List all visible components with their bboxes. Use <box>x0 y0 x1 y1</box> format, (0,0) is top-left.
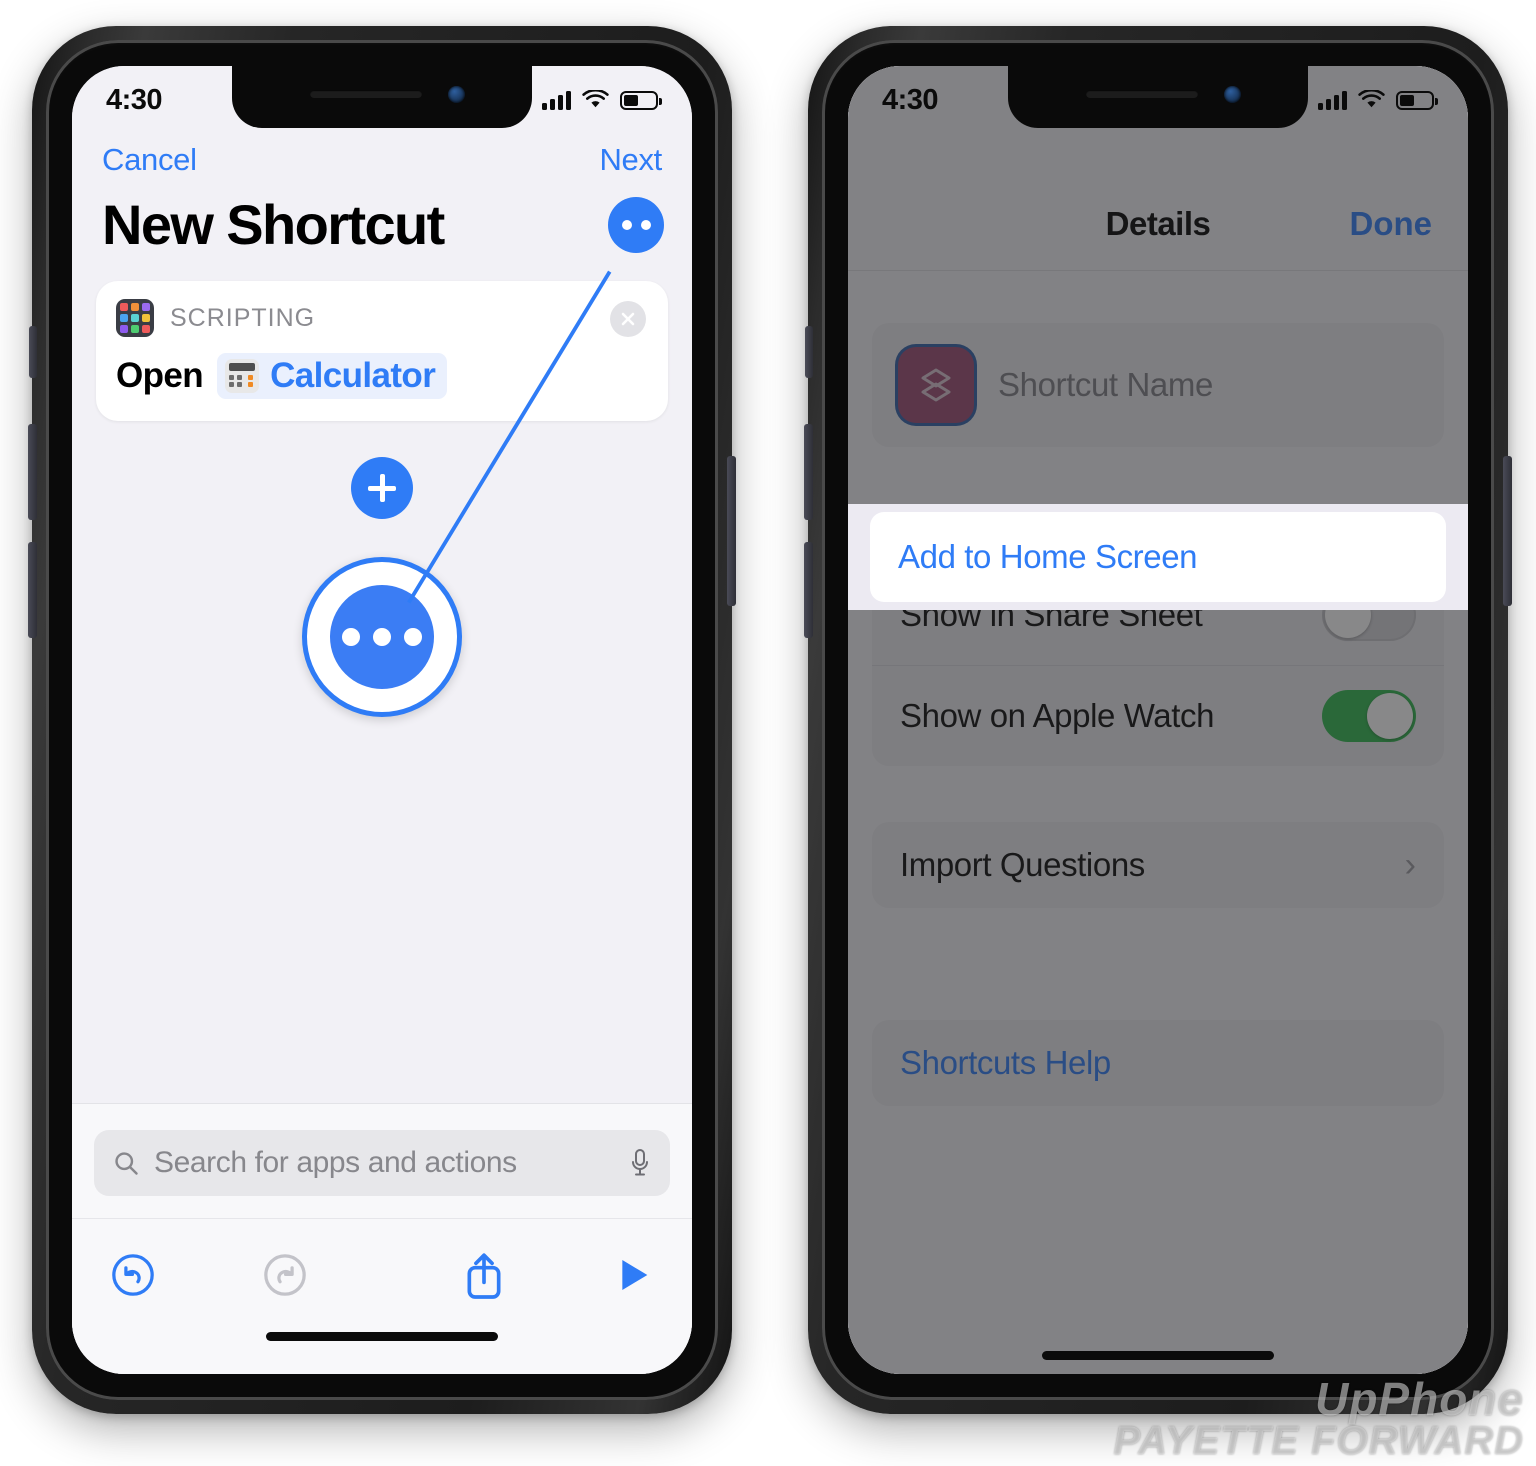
volume-down-button[interactable] <box>804 542 813 638</box>
battery-icon <box>1396 90 1438 110</box>
home-indicator <box>1042 1351 1274 1360</box>
more-options-button[interactable] <box>608 196 664 253</box>
power-button[interactable] <box>727 456 736 606</box>
right-phone-screen: Details Done <box>848 66 1468 1374</box>
cancel-button[interactable]: Cancel <box>102 142 197 178</box>
mute-switch[interactable] <box>29 326 37 378</box>
action-parameter-label: Calculator <box>270 356 436 395</box>
undo-icon[interactable] <box>110 1252 156 1298</box>
battery-icon <box>620 90 662 110</box>
highlighted-more-options-callout[interactable] <box>302 557 462 717</box>
ellipsis-dot <box>342 628 360 646</box>
signal-bars-icon <box>542 90 571 110</box>
dimming-overlay <box>848 66 1468 1374</box>
canvas-empty-area <box>72 717 692 1103</box>
watermark-line-1: UpPhone <box>1315 1373 1524 1426</box>
scripting-apps-grid-icon <box>116 299 154 337</box>
ellipsis-dot <box>621 219 632 230</box>
right-status-bar: 4:30 <box>848 66 1468 128</box>
add-to-home-screen-row[interactable]: Add to Home Screen <box>870 512 1446 602</box>
bottom-toolbar <box>72 1218 692 1330</box>
volume-up-button[interactable] <box>804 424 813 520</box>
add-action-button[interactable] <box>351 457 413 519</box>
search-input[interactable]: Search for apps and actions <box>94 1130 670 1196</box>
status-icons <box>542 90 662 110</box>
volume-down-button[interactable] <box>28 542 37 638</box>
details-sheet-view: Details Done <box>848 66 1468 1374</box>
watermark: UpPhone PAYETTE FORWARD <box>1113 1373 1524 1463</box>
share-icon[interactable] <box>462 1249 506 1301</box>
action-card-header: SCRIPTING <box>116 299 648 337</box>
action-parameter-token[interactable]: Calculator <box>217 353 448 399</box>
left-status-bar: 4:30 <box>72 66 692 128</box>
mute-switch[interactable] <box>805 326 813 378</box>
left-phone-bezel: Cancel Next New Shortcut SCRIPTING Open … <box>46 40 718 1400</box>
ellipsis-dot <box>373 628 391 646</box>
wifi-icon <box>1358 90 1385 108</box>
redo-icon <box>264 1253 306 1296</box>
wifi-icon <box>582 90 609 108</box>
ellipsis-dot <box>640 219 651 230</box>
action-category-label: SCRIPTING <box>170 303 316 332</box>
home-indicator <box>72 1330 692 1374</box>
next-button[interactable]: Next <box>599 142 662 178</box>
screenshot-stage: Cancel Next New Shortcut SCRIPTING Open … <box>0 0 1536 1466</box>
highlighted-add-to-home-screen[interactable]: Add to Home Screen <box>848 504 1468 610</box>
action-line: Open Calculator <box>116 353 648 399</box>
add-to-home-screen-label: Add to Home Screen <box>898 538 1198 575</box>
right-phone-device: Details Done <box>804 26 1512 1414</box>
search-placeholder: Search for apps and actions <box>154 1146 517 1179</box>
watermark-line-2: PAYETTE FORWARD <box>1113 1418 1524 1463</box>
signal-bars-icon <box>1318 90 1347 110</box>
play-icon[interactable] <box>614 1252 654 1298</box>
left-phone-device: Cancel Next New Shortcut SCRIPTING Open … <box>28 26 736 1414</box>
toolbar-left-group <box>110 1252 308 1298</box>
action-card[interactable]: SCRIPTING Open Calculator <box>96 281 668 421</box>
close-circle-icon[interactable] <box>610 301 646 337</box>
title-row: New Shortcut <box>72 178 692 257</box>
left-phone-screen: Cancel Next New Shortcut SCRIPTING Open … <box>72 66 692 1374</box>
action-verb: Open <box>116 356 204 395</box>
status-time: 4:30 <box>106 83 163 116</box>
search-icon <box>115 1152 138 1175</box>
toolbar-right-group <box>462 1249 654 1301</box>
status-icons <box>1318 90 1438 110</box>
search-zone: Search for apps and actions <box>72 1103 692 1218</box>
new-shortcut-view: Cancel Next New Shortcut SCRIPTING Open … <box>72 66 692 1374</box>
page-title: New Shortcut <box>102 193 445 256</box>
more-options-button-large[interactable] <box>330 585 434 689</box>
power-button[interactable] <box>1503 456 1512 606</box>
right-phone-bezel: Details Done <box>822 40 1494 1400</box>
status-time: 4:30 <box>882 83 939 116</box>
calculator-app-icon <box>225 359 260 393</box>
volume-up-button[interactable] <box>28 424 37 520</box>
ellipsis-dot <box>404 628 422 646</box>
microphone-icon[interactable] <box>628 1147 652 1179</box>
